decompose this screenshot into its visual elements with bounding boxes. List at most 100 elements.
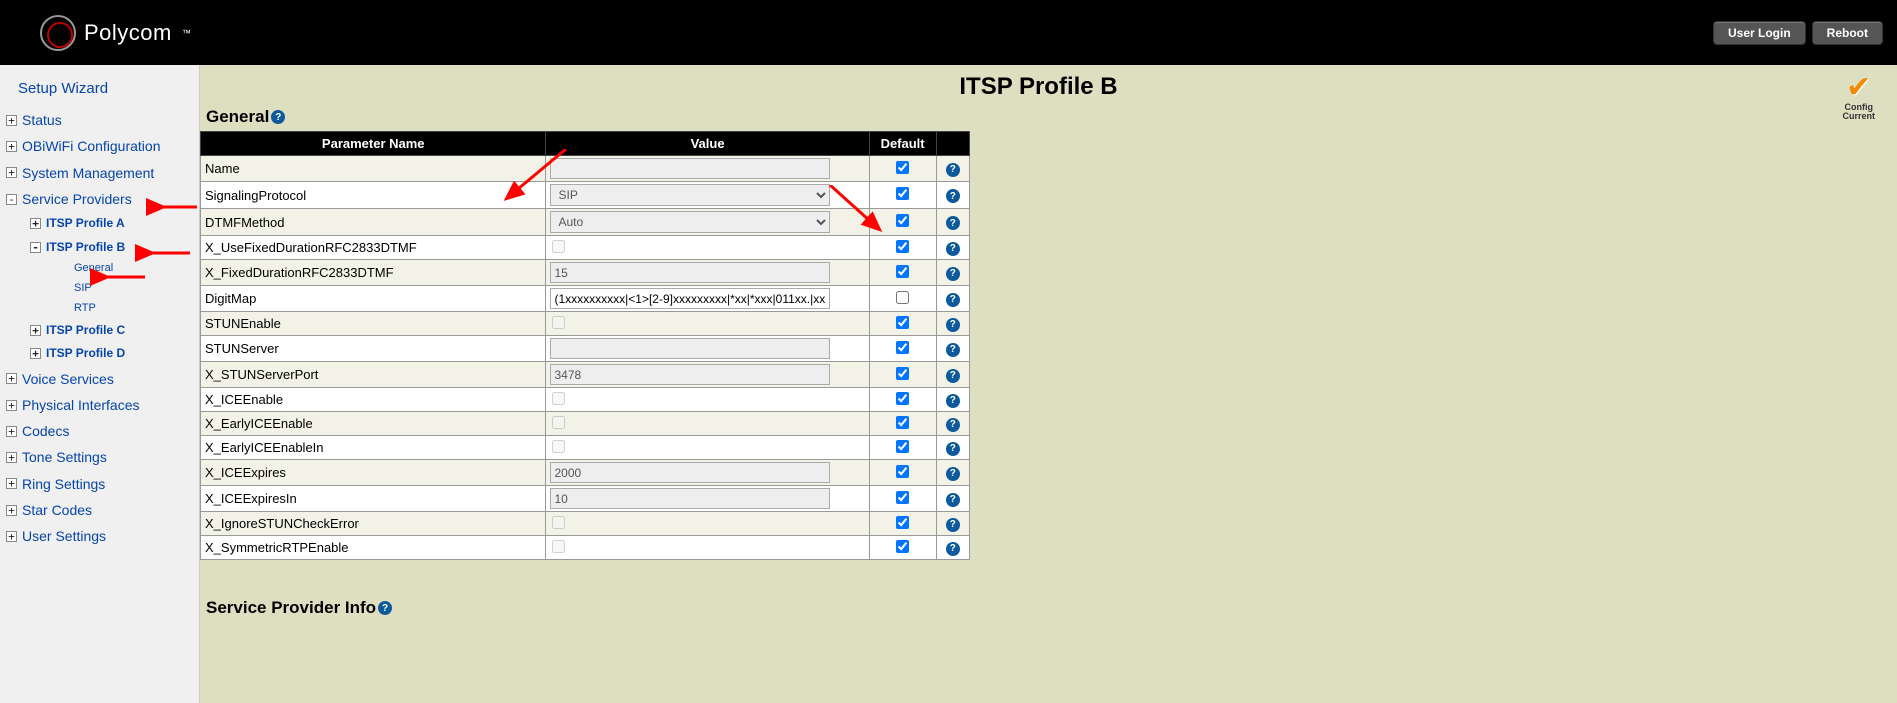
plus-icon[interactable]: +	[6, 531, 17, 542]
help-icon[interactable]: ?	[946, 442, 960, 456]
help-icon[interactable]: ?	[946, 394, 960, 408]
sidebar-item-tone-settings[interactable]: + Tone Settings	[0, 444, 199, 470]
sidebar-item-system-management[interactable]: + System Management	[0, 160, 199, 186]
help-icon[interactable]: ?	[378, 601, 392, 615]
default-checkbox[interactable]	[896, 316, 909, 329]
minus-icon[interactable]: -	[30, 242, 41, 253]
value-input[interactable]	[550, 158, 830, 179]
reboot-button[interactable]: Reboot	[1812, 21, 1883, 45]
value-input[interactable]	[550, 488, 830, 509]
plus-icon[interactable]: +	[6, 167, 17, 178]
sidebar-item-codecs[interactable]: + Codecs	[0, 418, 199, 444]
config-status-badge[interactable]: ✔ Config Current	[1842, 73, 1875, 122]
plus-icon[interactable]: +	[30, 348, 41, 359]
sidebar-item-rtp[interactable]: RTP	[68, 299, 199, 319]
sidebar-item-sip[interactable]: SIP	[68, 279, 199, 299]
default-checkbox[interactable]	[896, 367, 909, 380]
plus-icon[interactable]: +	[6, 505, 17, 516]
brand-logo-icon	[40, 15, 76, 51]
value-checkbox[interactable]	[552, 316, 565, 329]
value-input[interactable]	[550, 288, 830, 309]
default-checkbox[interactable]	[896, 265, 909, 278]
help-icon[interactable]: ?	[946, 542, 960, 556]
default-checkbox[interactable]	[896, 187, 909, 200]
plus-icon[interactable]: +	[6, 400, 17, 411]
help-icon[interactable]: ?	[946, 267, 960, 281]
plus-icon[interactable]: +	[6, 452, 17, 463]
help-icon[interactable]: ?	[271, 110, 285, 124]
sidebar-item-physical-interfaces[interactable]: + Physical Interfaces	[0, 392, 199, 418]
param-value-cell	[546, 312, 869, 336]
sidebar-item-voice-services[interactable]: + Voice Services	[0, 366, 199, 392]
help-icon[interactable]: ?	[946, 242, 960, 256]
help-icon[interactable]: ?	[946, 216, 960, 230]
value-checkbox[interactable]	[552, 440, 565, 453]
param-name-cell: X_EarlyICEEnable	[201, 412, 546, 436]
default-checkbox[interactable]	[896, 540, 909, 553]
sidebar-item-label: Physical Interfaces	[22, 395, 140, 415]
table-row: STUNServer?	[201, 336, 970, 362]
default-checkbox[interactable]	[896, 240, 909, 253]
default-checkbox[interactable]	[896, 392, 909, 405]
help-icon[interactable]: ?	[946, 318, 960, 332]
default-checkbox[interactable]	[896, 491, 909, 504]
table-row: X_IgnoreSTUNCheckError?	[201, 512, 970, 536]
help-icon[interactable]: ?	[946, 369, 960, 383]
sidebar-item-label: ITSP Profile A	[46, 215, 125, 232]
sidebar-setup-wizard[interactable]: Setup Wizard	[0, 73, 199, 107]
value-input[interactable]	[550, 462, 830, 483]
sidebar-item-label: System Management	[22, 163, 154, 183]
sidebar-item-itsp-c[interactable]: + ITSP Profile C	[24, 319, 199, 342]
sidebar-item-itsp-a[interactable]: + ITSP Profile A	[24, 212, 199, 235]
default-checkbox[interactable]	[896, 214, 909, 227]
user-login-button[interactable]: User Login	[1713, 21, 1806, 45]
sidebar-item-status[interactable]: + Status	[0, 107, 199, 133]
sidebar-item-obiwifi[interactable]: + OBiWiFi Configuration	[0, 133, 199, 159]
plus-icon[interactable]: +	[6, 426, 17, 437]
help-icon[interactable]: ?	[946, 518, 960, 532]
param-value-cell	[546, 388, 869, 412]
value-checkbox[interactable]	[552, 540, 565, 553]
sidebar-item-star-codes[interactable]: + Star Codes	[0, 497, 199, 523]
help-icon[interactable]: ?	[946, 163, 960, 177]
plus-icon[interactable]: +	[30, 325, 41, 336]
help-icon[interactable]: ?	[946, 189, 960, 203]
value-select[interactable]: SIP	[550, 184, 830, 206]
sidebar-item-ring-settings[interactable]: + Ring Settings	[0, 471, 199, 497]
value-input[interactable]	[550, 364, 830, 385]
default-checkbox[interactable]	[896, 516, 909, 529]
sidebar-item-itsp-d[interactable]: + ITSP Profile D	[24, 342, 199, 365]
help-icon[interactable]: ?	[946, 293, 960, 307]
sidebar-item-general[interactable]: General	[68, 259, 199, 279]
help-icon[interactable]: ?	[946, 493, 960, 507]
default-checkbox[interactable]	[896, 465, 909, 478]
default-cell	[869, 436, 936, 460]
default-checkbox[interactable]	[896, 341, 909, 354]
value-checkbox[interactable]	[552, 392, 565, 405]
plus-icon[interactable]: +	[6, 115, 17, 126]
default-checkbox[interactable]	[896, 161, 909, 174]
value-checkbox[interactable]	[552, 240, 565, 253]
default-checkbox[interactable]	[896, 440, 909, 453]
help-icon[interactable]: ?	[946, 343, 960, 357]
default-checkbox[interactable]	[896, 291, 909, 304]
sidebar-item-user-settings[interactable]: + User Settings	[0, 523, 199, 549]
general-params-table: Parameter Name Value Default Name?Signal…	[200, 131, 970, 560]
help-icon[interactable]: ?	[946, 418, 960, 432]
value-input[interactable]	[550, 338, 830, 359]
value-input[interactable]	[550, 262, 830, 283]
value-checkbox[interactable]	[552, 416, 565, 429]
sidebar-item-service-providers[interactable]: - Service Providers	[0, 186, 199, 212]
plus-icon[interactable]: +	[6, 141, 17, 152]
minus-icon[interactable]: -	[6, 194, 17, 205]
default-checkbox[interactable]	[896, 416, 909, 429]
plus-icon[interactable]: +	[6, 373, 17, 384]
value-checkbox[interactable]	[552, 516, 565, 529]
sidebar-item-itsp-b[interactable]: - ITSP Profile B	[24, 236, 199, 259]
plus-icon[interactable]: +	[30, 218, 41, 229]
value-select[interactable]: Auto	[550, 211, 830, 233]
default-cell	[869, 260, 936, 286]
help-icon[interactable]: ?	[946, 467, 960, 481]
plus-icon[interactable]: +	[6, 478, 17, 489]
param-value-cell	[546, 336, 869, 362]
